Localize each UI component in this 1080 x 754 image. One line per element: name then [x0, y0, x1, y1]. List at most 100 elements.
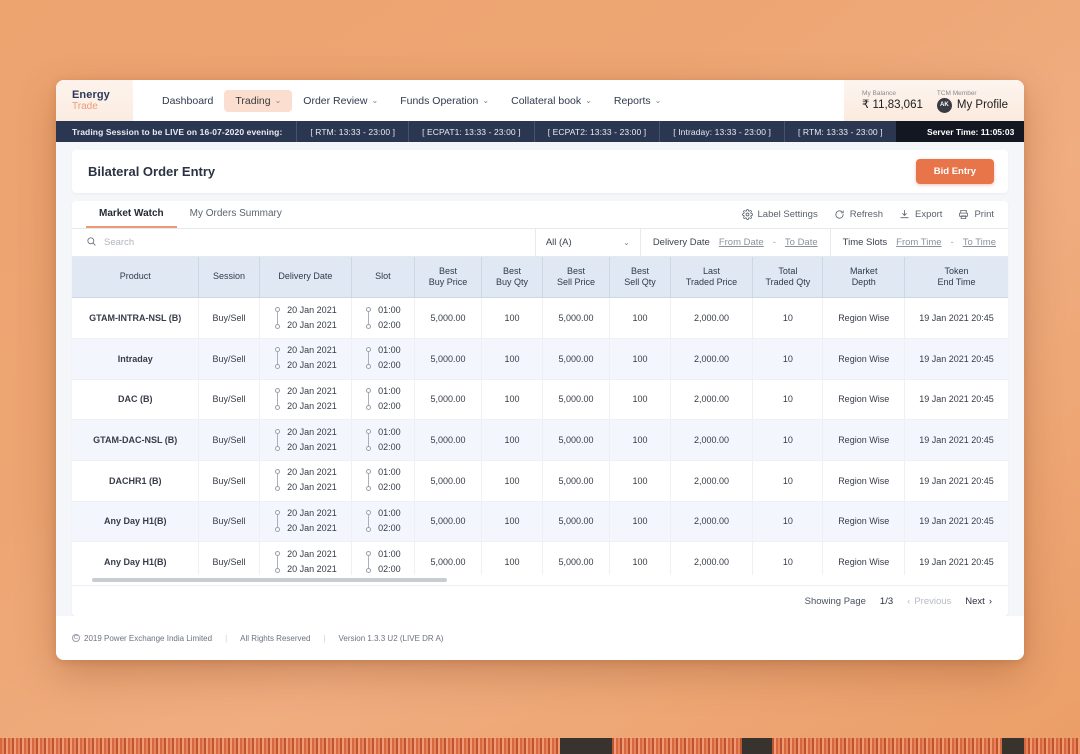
market-watch-table-wrapper: Product Session Delivery Date Slot Best B… [72, 256, 1008, 575]
cell-session: Buy/Sell [198, 460, 260, 502]
session-chip-rtm-2: [ RTM: 13:33 - 23:00 ] [783, 121, 896, 142]
nav-item-trading[interactable]: Trading ⌄ [224, 89, 293, 112]
label-settings-button[interactable]: Label Settings [741, 209, 818, 220]
top-navigation-bar: Energy Trade Dashboard Trading ⌄ Order R… [56, 80, 1024, 121]
page-body: Bilateral Order Entry Bid Entry Market W… [56, 142, 1024, 660]
slot-from: 01:00 [378, 304, 401, 315]
cell-slot: 01:00 02:00 [351, 297, 415, 339]
col-last-traded-price[interactable]: Last Traded Price [670, 256, 754, 299]
horizontal-scrollbar[interactable] [72, 575, 1008, 585]
version-label: Version 1.3.3 U2 (LIVE DR A) [338, 633, 444, 643]
table-row[interactable]: Any Day H1(B) Buy/Sell 20 Jan 2021 20 Jan 2… [72, 541, 1008, 575]
cell-best-sell-qty: 100 [609, 338, 671, 380]
cell-product: Intraday [72, 338, 200, 380]
from-time-input[interactable]: From Time [896, 237, 941, 248]
cell-best-buy-price: 5,000.00 [414, 419, 483, 461]
market-watch-table: Product Session Delivery Date Slot Best B… [72, 256, 1008, 575]
search-input[interactable]: Search [72, 229, 536, 256]
scrollbar-track[interactable] [92, 578, 992, 582]
slot-from: 01:00 [378, 345, 401, 356]
print-button[interactable]: Print [958, 209, 994, 220]
col-delivery-date[interactable]: Delivery Date [259, 256, 353, 299]
range-connector-icon [365, 346, 372, 370]
brand-line-2: Trade [72, 100, 98, 112]
cell-slot: 01:00 02:00 [351, 419, 415, 461]
delivery-date-to: 20 Jan 2021 [287, 482, 337, 493]
nav-item-reports[interactable]: Reports ⌄ [603, 90, 672, 112]
col-product[interactable]: Product [72, 256, 200, 299]
nav-item-dashboard[interactable]: Dashboard [151, 90, 224, 112]
to-time-input[interactable]: To Time [963, 237, 996, 248]
cell-delivery-date: 20 Jan 2021 20 Jan 2021 [259, 338, 353, 380]
col-total-traded-qty[interactable]: Total Traded Qty [752, 256, 824, 299]
from-date-input[interactable]: From Date [719, 237, 764, 248]
range-connector-icon [365, 306, 372, 330]
product-type-select[interactable]: All (A) ⌄ [536, 229, 641, 256]
cell-token-end-time: 19 Jan 2021 20:45 [904, 338, 1008, 380]
table-row[interactable]: GTAM-DAC-NSL (B) Buy/Sell 20 Jan 2021 20 Ja… [72, 419, 1008, 461]
nav-item-collateral-book[interactable]: Collateral book ⌄ [500, 90, 603, 112]
cell-product: GTAM-DAC-NSL (B) [72, 419, 200, 461]
table-row[interactable]: Any Day H1(B) Buy/Sell 20 Jan 2021 20 Jan 2… [72, 501, 1008, 543]
balance-block: My Balance ₹ 11,83,061 [862, 89, 923, 112]
cell-best-sell-price: 5,000.00 [542, 541, 611, 575]
refresh-button[interactable]: Refresh [834, 209, 883, 220]
cell-product: Any Day H1(B) [72, 501, 200, 543]
col-best-sell-price[interactable]: Best Sell Price [542, 256, 611, 299]
table-row[interactable]: GTAM-INTRA-NSL (B) Buy/Sell 20 Jan 2021 20 … [72, 297, 1008, 339]
range-connector-icon [365, 550, 372, 574]
tab-my-orders-summary[interactable]: My Orders Summary [177, 201, 295, 228]
balance-value: ₹ 11,83,061 [862, 99, 923, 111]
col-best-sell-qty[interactable]: Best Sell Qty [609, 256, 671, 299]
nav-item-funds-operation[interactable]: Funds Operation ⌄ [389, 90, 500, 112]
profile-block[interactable]: TCM Member AK My Profile [936, 89, 1008, 113]
brand-logo[interactable]: Energy Trade [56, 80, 133, 121]
col-session[interactable]: Session [198, 256, 260, 299]
chevron-down-icon: ⌄ [371, 96, 379, 105]
previous-page-button[interactable]: ‹ Previous [907, 596, 951, 607]
tab-label: Market Watch [99, 208, 164, 220]
slot-from: 01:00 [378, 467, 401, 478]
cell-product: DACHR1 (B) [72, 460, 200, 502]
cell-best-sell-price: 5,000.00 [542, 419, 611, 461]
session-chip-rtm-1: [ RTM: 13:33 - 23:00 ] [296, 121, 408, 142]
scrollbar-thumb[interactable] [92, 578, 447, 582]
cell-token-end-time: 19 Jan 2021 20:45 [904, 501, 1008, 543]
server-time-label: Server Time: [927, 126, 979, 137]
cell-best-sell-qty: 100 [609, 460, 671, 502]
next-page-button[interactable]: Next › [965, 596, 992, 607]
showing-page-label: Showing Page [804, 595, 866, 607]
cell-token-end-time: 19 Jan 2021 20:45 [904, 297, 1008, 339]
nav-item-order-review[interactable]: Order Review ⌄ [292, 90, 389, 112]
col-token-end-time[interactable]: Token End Time [904, 256, 1008, 299]
tool-label: Print [974, 209, 994, 221]
page-title: Bilateral Order Entry [88, 164, 216, 180]
table-row[interactable]: DACHR1 (B) Buy/Sell 20 Jan 2021 20 Jan 2021… [72, 460, 1008, 502]
search-icon [86, 236, 97, 250]
table-row[interactable]: DAC (B) Buy/Sell 20 Jan 2021 20 Jan 2021 01:… [72, 379, 1008, 421]
nav-item-label: Dashboard [162, 94, 214, 107]
cell-total-traded-qty: 10 [752, 419, 824, 461]
delivery-date-filter: Delivery Date From Date - To Date [641, 229, 831, 256]
cell-last-traded-price: 2,000.00 [670, 379, 754, 421]
cell-token-end-time: 19 Jan 2021 20:45 [904, 379, 1008, 421]
tab-market-watch[interactable]: Market Watch [86, 201, 177, 229]
delivery-date-to: 20 Jan 2021 [287, 522, 337, 533]
delivery-date-to: 20 Jan 2021 [287, 441, 337, 452]
cell-slot: 01:00 02:00 [351, 501, 415, 543]
slot-to: 02:00 [378, 441, 401, 452]
col-slot[interactable]: Slot [351, 256, 415, 299]
brand-line-1: Energy [72, 88, 110, 101]
bid-entry-button[interactable]: Bid Entry [915, 159, 994, 185]
table-row[interactable]: Intraday Buy/Sell 20 Jan 2021 20 Jan 2021 01… [72, 338, 1008, 380]
col-market-depth[interactable]: Market Depth [822, 256, 906, 299]
col-best-buy-qty[interactable]: Best Buy Qty [481, 256, 543, 299]
slot-to: 02:00 [378, 522, 401, 533]
col-best-buy-price[interactable]: Best Buy Price [414, 256, 483, 299]
refresh-icon [834, 209, 845, 220]
col-label-1: Best [630, 265, 649, 276]
export-button[interactable]: Export [899, 209, 942, 220]
cell-delivery-date: 20 Jan 2021 20 Jan 2021 [259, 501, 353, 543]
cell-best-sell-price: 5,000.00 [542, 379, 611, 421]
to-date-input[interactable]: To Date [785, 237, 818, 248]
